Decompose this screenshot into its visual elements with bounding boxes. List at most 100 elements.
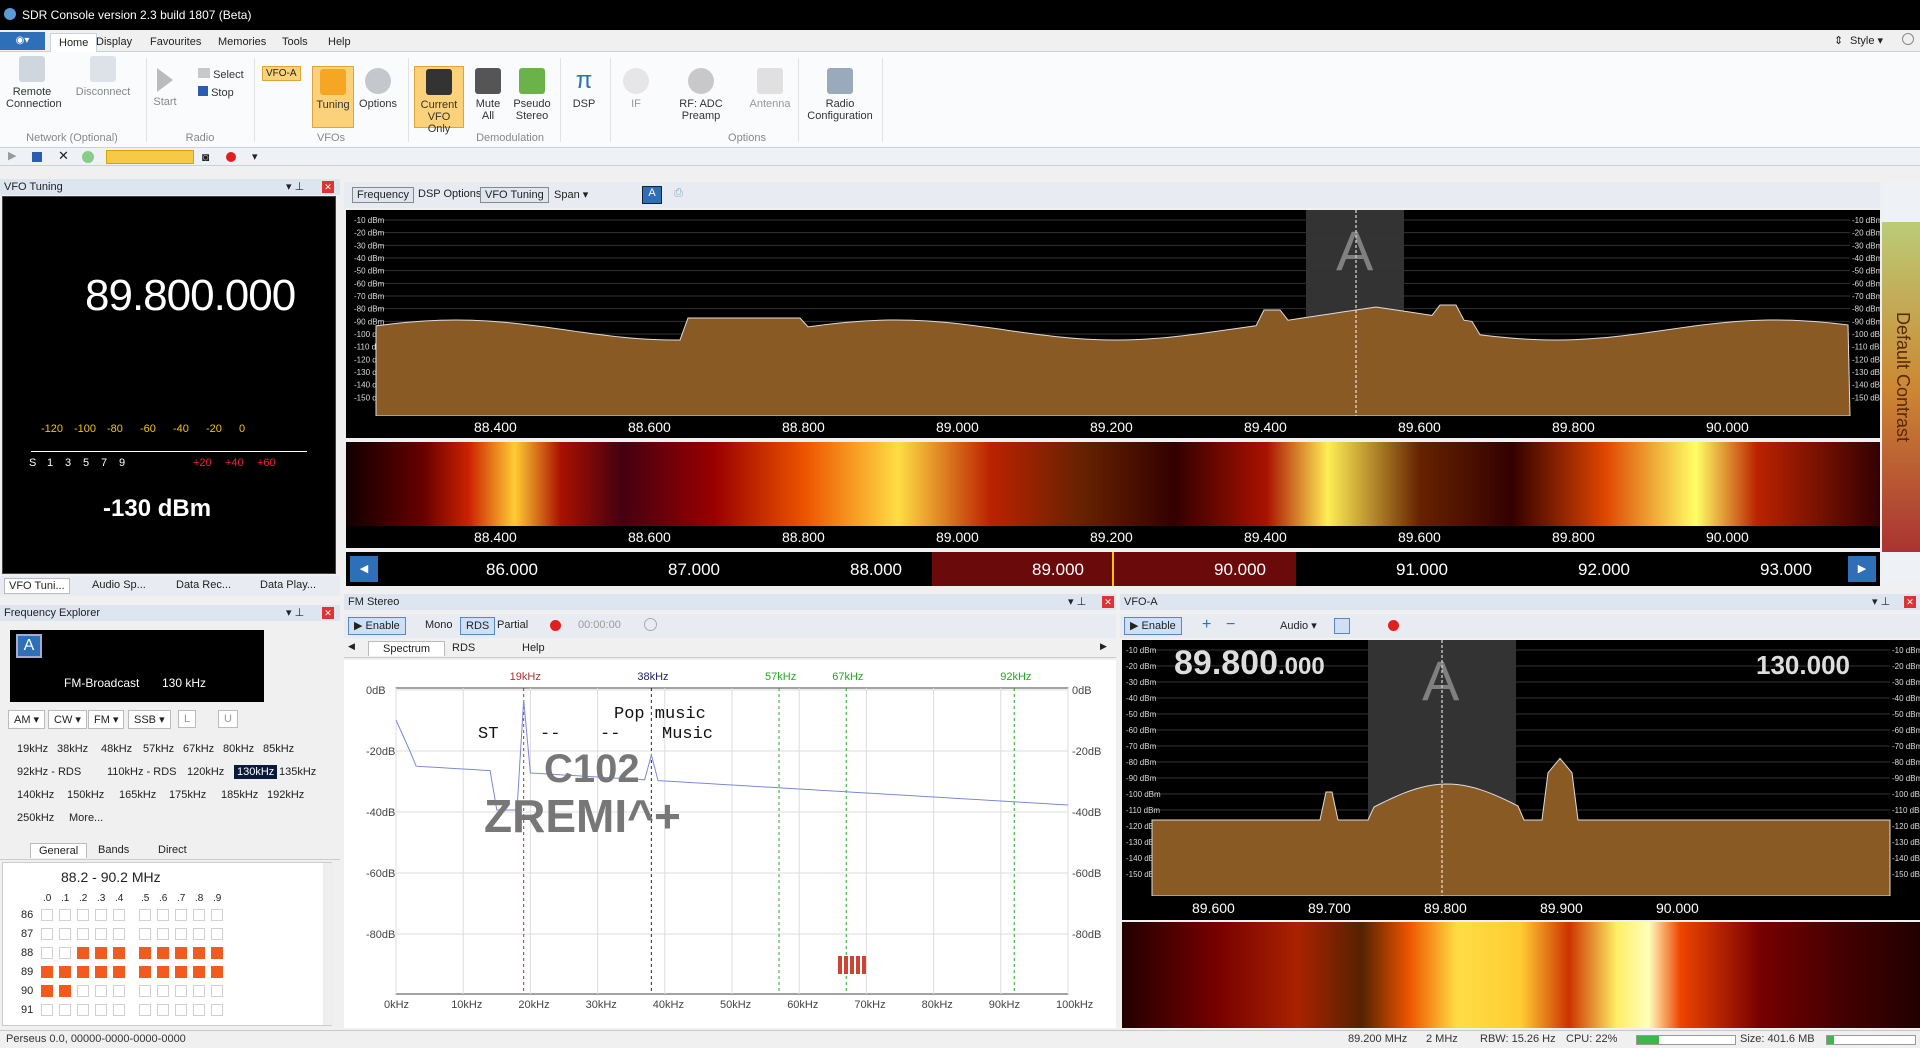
grid-cell[interactable] <box>139 909 151 921</box>
grid-cell[interactable] <box>211 909 223 921</box>
grid-cell[interactable] <box>59 909 71 921</box>
favourites-strip[interactable] <box>106 150 194 164</box>
radio-configuration-button[interactable]: Radio Configuration <box>804 68 876 122</box>
scroll-left-button[interactable]: ◀ <box>350 556 378 582</box>
play-icon[interactable]: ▶ <box>8 149 16 162</box>
grid-cell-active[interactable] <box>211 947 223 959</box>
mode-button-am[interactable]: AM ▾ <box>8 710 46 729</box>
options-button[interactable]: Options <box>356 68 400 110</box>
grid-cell[interactable] <box>175 909 187 921</box>
current-vfo-only-button[interactable]: Current VFO Only <box>414 66 464 135</box>
close-panel-icon[interactable]: ✕ <box>322 607 334 619</box>
grid-cell[interactable] <box>59 947 71 959</box>
grid-cell[interactable] <box>175 985 187 997</box>
grid-cell[interactable] <box>157 1004 169 1016</box>
app-menu-button[interactable]: ◉▾ <box>0 32 45 50</box>
grid-cell[interactable] <box>77 909 89 921</box>
grid-cell[interactable] <box>157 985 169 997</box>
fm-tab-spectrum[interactable]: Spectrum <box>368 641 446 656</box>
grid-cell-active[interactable] <box>113 966 125 978</box>
refresh-icon[interactable] <box>82 151 94 163</box>
band-overview[interactable]: ◀ ▶ 86.000 87.000 88.000 89.000 90.000 91.000 92… <box>346 552 1880 586</box>
zoom-out-icon[interactable]: − <box>1226 616 1235 634</box>
close-icon[interactable]: ✕ <box>58 148 69 164</box>
grid-cell[interactable] <box>113 909 125 921</box>
grid-cell[interactable] <box>139 985 151 997</box>
grid-cell[interactable] <box>41 1004 53 1016</box>
dropdown-icon[interactable]: ▾ <box>252 150 258 163</box>
close-panel-icon[interactable]: ✕ <box>322 181 334 193</box>
grid-cell[interactable] <box>95 909 107 921</box>
explorer-tab-general[interactable]: General <box>30 843 88 858</box>
grid-cell[interactable] <box>193 985 205 997</box>
waterfall[interactable] <box>346 442 1880 528</box>
tab-favourites[interactable]: Favourites <box>142 33 209 52</box>
bandwidth-option[interactable]: 67kHz <box>180 742 217 756</box>
vfo-a-spectrum[interactable]: -10 dBm -10 dBm -20 dBm -20 dBm -30 dBm -30 d… <box>1122 640 1920 897</box>
fm-tab-help[interactable]: Help <box>508 641 559 655</box>
bandwidth-option[interactable]: 175kHz <box>166 788 209 802</box>
grid-cell[interactable] <box>193 909 205 921</box>
left-tab[interactable]: Data Play... <box>256 578 320 592</box>
grid-cell-active[interactable] <box>59 966 71 978</box>
bandwidth-option[interactable]: 92kHz - RDS <box>14 765 84 779</box>
bandwidth-option[interactable]: 80kHz <box>220 742 257 756</box>
grid-cell-active[interactable] <box>59 985 71 997</box>
grid-cell-active[interactable] <box>157 947 169 959</box>
grid-cell-active[interactable] <box>95 966 107 978</box>
tab-display[interactable]: Display <box>88 33 140 52</box>
fm-tab-rds[interactable]: RDS <box>438 641 489 655</box>
grid-cell[interactable] <box>193 1004 205 1016</box>
grid-cell-active[interactable] <box>41 966 53 978</box>
mute-all-button[interactable]: Mute All <box>470 68 506 122</box>
bandwidth-option[interactable]: 185kHz <box>218 788 261 802</box>
grid-cell-active[interactable] <box>211 966 223 978</box>
grid-cell[interactable] <box>77 1004 89 1016</box>
grid-cell[interactable] <box>175 928 187 940</box>
grid-cell-active[interactable] <box>139 947 151 959</box>
scrollbar[interactable] <box>323 863 333 1025</box>
bandwidth-option[interactable]: 130kHz <box>234 765 278 779</box>
tab-memories[interactable]: Memories <box>210 33 274 52</box>
vfo-a-badge[interactable]: VFO-A <box>262 66 301 81</box>
bandwidth-option[interactable]: More... <box>66 811 106 825</box>
close-panel-icon[interactable]: ✕ <box>1102 596 1114 608</box>
partial-button[interactable]: Partial <box>492 617 533 635</box>
zoom-in-icon[interactable]: + <box>1202 616 1211 634</box>
mode-button-l[interactable]: L <box>178 710 197 728</box>
grid-cell[interactable] <box>95 985 107 997</box>
grid-cell[interactable] <box>113 928 125 940</box>
settings-gear-icon[interactable] <box>1902 33 1914 45</box>
tab-scroll-right[interactable]: ▶ <box>1100 641 1107 652</box>
grid-cell[interactable] <box>113 985 125 997</box>
grid-cell[interactable] <box>41 928 53 940</box>
bandwidth-option[interactable]: 192kHz <box>264 788 307 802</box>
grid-cell-active[interactable] <box>77 966 89 978</box>
tab-scroll-left[interactable]: ◀ <box>348 641 355 652</box>
grid-cell[interactable] <box>95 928 107 940</box>
vfo-tuning-display[interactable]: 89.800.000 -120 -100 -80 -60 -40 -20 0 S 1 3 5 7 9 +2… <box>2 196 336 574</box>
audio-dropdown[interactable]: Audio ▾ <box>1280 619 1317 632</box>
record-icon[interactable] <box>226 152 236 162</box>
remote-connection-button[interactable]: Remote Connection <box>6 56 62 110</box>
grid-cell-active[interactable] <box>41 985 53 997</box>
left-tab[interactable]: Data Rec... <box>172 578 235 592</box>
start-button[interactable]: Start <box>150 68 180 108</box>
grid-cell[interactable] <box>113 1004 125 1016</box>
spectrum-tab-frequency[interactable]: Frequency <box>352 187 414 203</box>
mode-button-ssb[interactable]: SSB ▾ <box>128 710 171 729</box>
spectrum-tab-dsp-options[interactable]: DSP Options <box>414 187 485 201</box>
vfo-a-selector[interactable]: A <box>642 186 662 204</box>
record-icon[interactable] <box>550 620 561 631</box>
mode-button-cw[interactable]: CW ▾ <box>48 710 87 729</box>
bandwidth-option[interactable]: 250kHz <box>14 811 57 825</box>
grid-cell-active[interactable] <box>139 966 151 978</box>
bandwidth-option[interactable]: 38kHz <box>54 742 91 756</box>
print-icon[interactable]: ⎙ <box>674 187 683 200</box>
bandwidth-option[interactable]: 140kHz <box>14 788 57 802</box>
grid-cell-active[interactable] <box>77 947 89 959</box>
bandwidth-option[interactable]: 57kHz <box>140 742 177 756</box>
bandwidth-option[interactable]: 150kHz <box>64 788 107 802</box>
grid-cell[interactable] <box>193 928 205 940</box>
grid-cell-active[interactable] <box>95 947 107 959</box>
